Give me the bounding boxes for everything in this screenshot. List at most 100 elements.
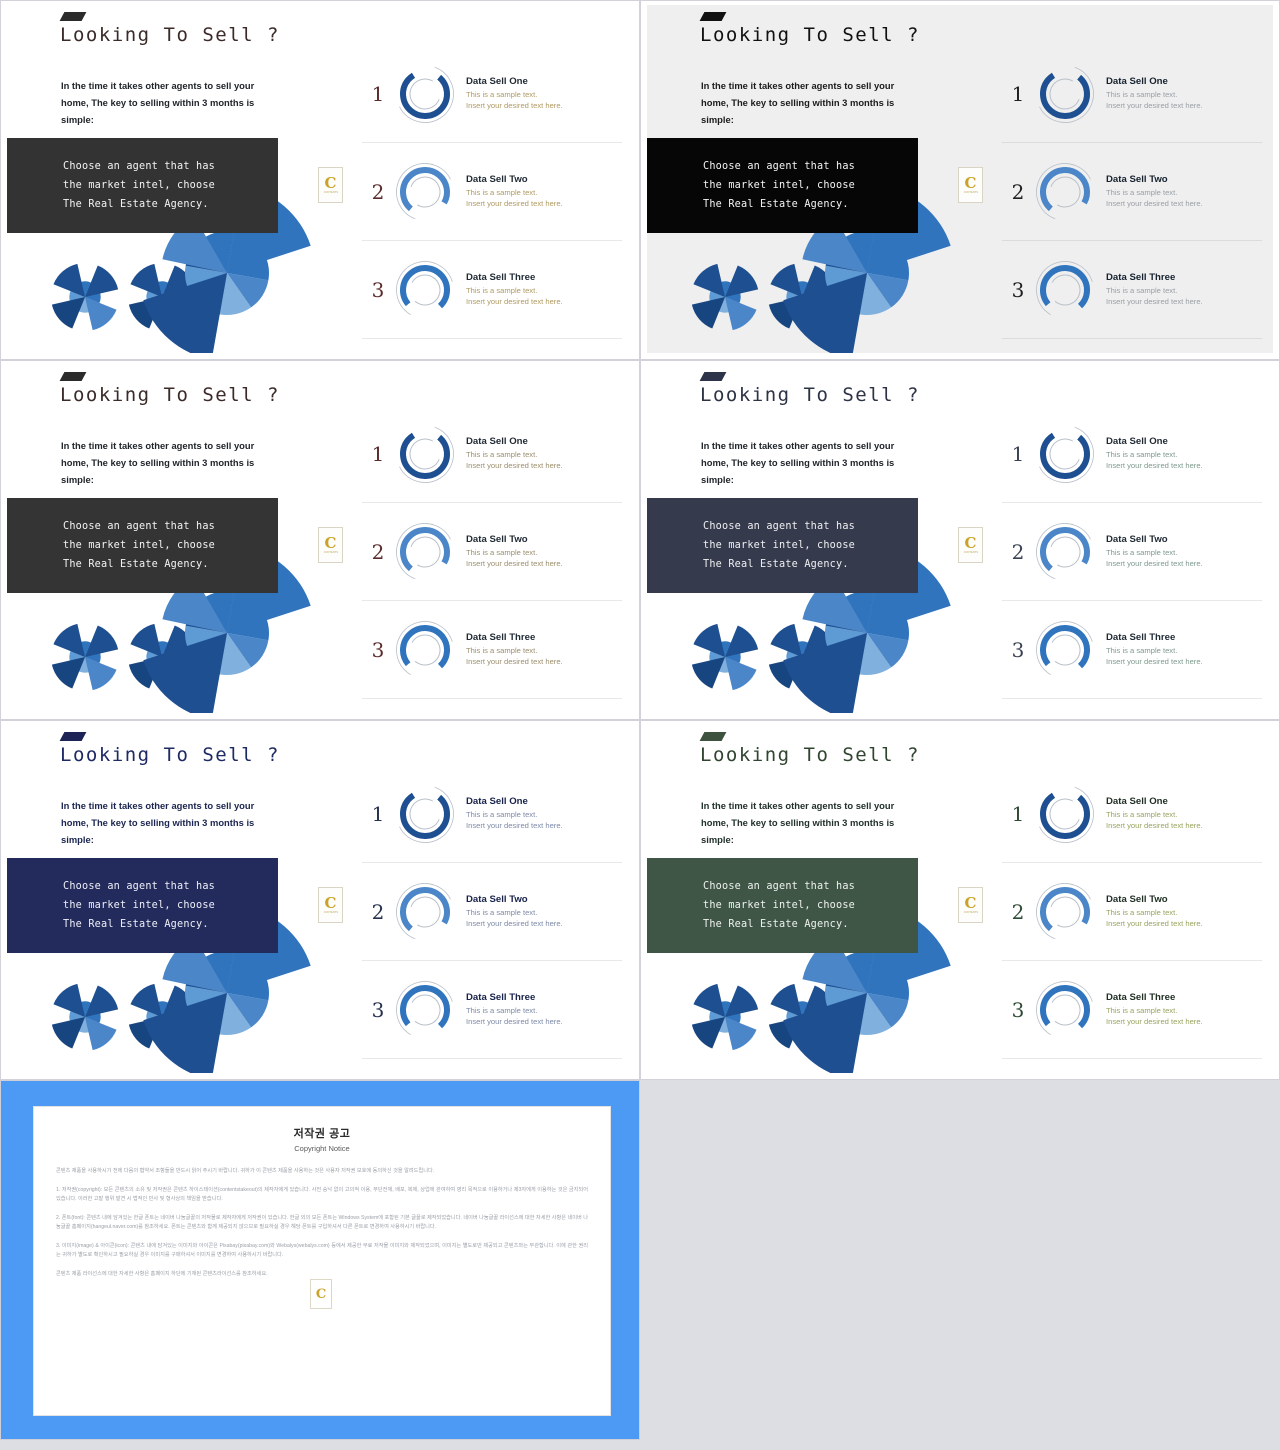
list-item[interactable]: 2 Data Sell Two This is a sample text. I… [1002,503,1262,601]
large-pinwheel-group [647,906,987,1073]
list-item[interactable]: 1 Data Sell One This is a sample text. I… [362,765,622,863]
list-item-line-1: This is a sample text. [466,90,538,99]
copyright-paragraph: 1. 저작권(copyright): 모든 콘텐츠의 소유 및 저작권은 콘텐츠… [56,1186,588,1203]
list-item-text: Data Sell One This is a sample text. Ins… [1102,436,1262,471]
progress-ring-icon [396,620,454,679]
list-item[interactable]: 2 Data Sell Two This is a sample text. I… [362,863,622,961]
large-pinwheel-group [7,186,347,353]
list-item-line-1: This is a sample text. [466,646,538,655]
intro-paragraph: In the time it takes other agents to sel… [61,440,255,485]
list-item-text: Data Sell Two This is a sample text. Ins… [1102,534,1262,569]
page-title: Looking To Sell ? [60,24,280,46]
list-item-line-1: This is a sample text. [1106,810,1178,819]
list-item-number: 3 [1011,637,1025,662]
list-item-number: 2 [371,179,385,204]
list-item-text: Data Sell One This is a sample text. Ins… [462,436,622,471]
slide-canvas: Looking To Sell ? In the time it takes o… [647,5,1273,353]
slide-5[interactable]: Looking To Sell ? In the time it takes o… [0,720,640,1080]
logo-subtext: CONTENTS [323,551,338,554]
list-item-number: 1 [371,81,385,106]
slide-2[interactable]: Looking To Sell ? In the time it takes o… [640,0,1280,360]
copyright-logo-badge: C [310,1279,332,1309]
list-item[interactable]: 3 Data Sell Three This is a sample text.… [362,241,622,339]
intro-paragraph: In the time it takes other agents to sel… [701,440,895,485]
list-item[interactable]: 1 Data Sell One This is a sample text. I… [362,45,622,143]
copyright-paragraph: 3. 이미지(image) & 아이콘(icon): 콘텐츠 내에 담겨있는 이… [56,1242,588,1259]
list-item-line-2: Insert your desired text here. [1106,461,1203,470]
slide-4[interactable]: Looking To Sell ? In the time it takes o… [640,360,1280,720]
quote-callout-box: Choose an agent that has the market inte… [647,858,918,953]
list-item[interactable]: 3 Data Sell Three This is a sample text.… [362,961,622,1059]
intro-paragraph: In the time it takes other agents to sel… [61,800,255,845]
list-item[interactable]: 3 Data Sell Three This is a sample text.… [362,601,622,699]
list-item-title: Data Sell Three [1106,992,1176,1003]
slide-canvas: Looking To Sell ? In the time it takes o… [7,5,633,353]
list-item-text: Data Sell Three This is a sample text. I… [1102,272,1262,307]
list-item-number: 3 [1011,997,1025,1022]
large-pinwheel-group [647,186,987,353]
large-pinwheel-group [7,906,347,1073]
logo-letter: C [964,894,977,912]
progress-ring-icon [1036,980,1094,1039]
list-item-line-1: This is a sample text. [466,908,538,917]
quote-text: Choose an agent that has the market inte… [703,521,856,570]
list-item-number: 1 [1011,801,1025,826]
list-item-number: 2 [1011,539,1025,564]
page-title: Looking To Sell ? [700,744,920,766]
progress-ring-icon [1036,784,1094,843]
list-item-line-1: This is a sample text. [466,810,538,819]
slide-canvas: Looking To Sell ? In the time it takes o… [647,725,1273,1073]
copyright-paragraph: 콘텐츠 제품을 사용하시기 전에 다음의 협약서 조항들을 반드시 읽어 주시기… [56,1168,435,1174]
list-item-number: 1 [371,801,385,826]
list-item[interactable]: 3 Data Sell Three This is a sample text.… [1002,961,1262,1059]
slide-6[interactable]: Looking To Sell ? In the time it takes o… [640,720,1280,1080]
list-item-number: 1 [371,441,385,466]
list-item-line-2: Insert your desired text here. [1106,559,1203,568]
list-item-title: Data Sell Two [466,894,528,905]
logo-subtext: CONTENTS [963,191,978,194]
list-item[interactable]: 1 Data Sell One This is a sample text. I… [1002,405,1262,503]
list-item[interactable]: 3 Data Sell Three This is a sample text.… [1002,241,1262,339]
list-item-text: Data Sell One This is a sample text. Ins… [462,796,622,831]
quote-text: Choose an agent that has the market inte… [63,521,216,570]
title-slash-accent-icon [699,12,727,21]
list-item[interactable]: 2 Data Sell Two This is a sample text. I… [1002,863,1262,961]
slide-3[interactable]: Looking To Sell ? In the time it takes o… [0,360,640,720]
list-item-line-2: Insert your desired text here. [1106,199,1203,208]
list-item[interactable]: 1 Data Sell One This is a sample text. I… [1002,765,1262,863]
quote-text: Choose an agent that has the market inte… [703,161,856,210]
slide-1[interactable]: Looking To Sell ? In the time it takes o… [0,0,640,360]
contents-logo-badge: C CONTENTS [958,887,983,923]
list-item[interactable]: 1 Data Sell One This is a sample text. I… [1002,45,1262,143]
list-item[interactable]: 1 Data Sell One This is a sample text. I… [362,405,622,503]
list-item-line-1: This is a sample text. [1106,286,1178,295]
title-slash-accent-icon [59,372,87,381]
page-title: Looking To Sell ? [700,384,920,406]
copyright-notice-slide[interactable]: 저작권 공고 Copyright Notice 콘텐츠 제품을 사용하시기 전에… [0,1080,640,1440]
progress-ring-icon [1036,522,1094,581]
list-item-line-1: This is a sample text. [1106,90,1178,99]
large-pinwheel-group [647,546,987,713]
logo-letter: C [315,1286,327,1302]
data-sell-list: 1 Data Sell One This is a sample text. I… [1002,45,1262,339]
logo-letter: C [324,534,337,552]
progress-ring-icon [396,260,454,319]
logo-subtext: CONTENTS [963,911,978,914]
list-item-title: Data Sell One [1106,436,1168,447]
slide-canvas: Looking To Sell ? In the time it takes o… [647,365,1273,713]
list-item[interactable]: 2 Data Sell Two This is a sample text. I… [362,503,622,601]
list-item-text: Data Sell Two This is a sample text. Ins… [462,894,622,929]
logo-subtext: CONTENTS [323,911,338,914]
list-item[interactable]: 2 Data Sell Two This is a sample text. I… [362,143,622,241]
list-item-text: Data Sell One This is a sample text. Ins… [1102,796,1262,831]
list-item-number: 3 [371,997,385,1022]
list-item-line-2: Insert your desired text here. [1106,919,1203,928]
list-item[interactable]: 3 Data Sell Three This is a sample text.… [1002,601,1262,699]
list-item-line-1: This is a sample text. [1106,548,1178,557]
list-item-line-2: Insert your desired text here. [1106,297,1203,306]
copyright-paragraph: 콘텐츠 제품 라이선스에 대한 자세한 사항은 홈페이지 하단에 기재된 콘텐츠… [56,1270,268,1277]
list-item-line-2: Insert your desired text here. [466,1017,563,1026]
list-item-number: 2 [1011,179,1025,204]
list-item[interactable]: 2 Data Sell Two This is a sample text. I… [1002,143,1262,241]
list-item-number: 1 [1011,81,1025,106]
